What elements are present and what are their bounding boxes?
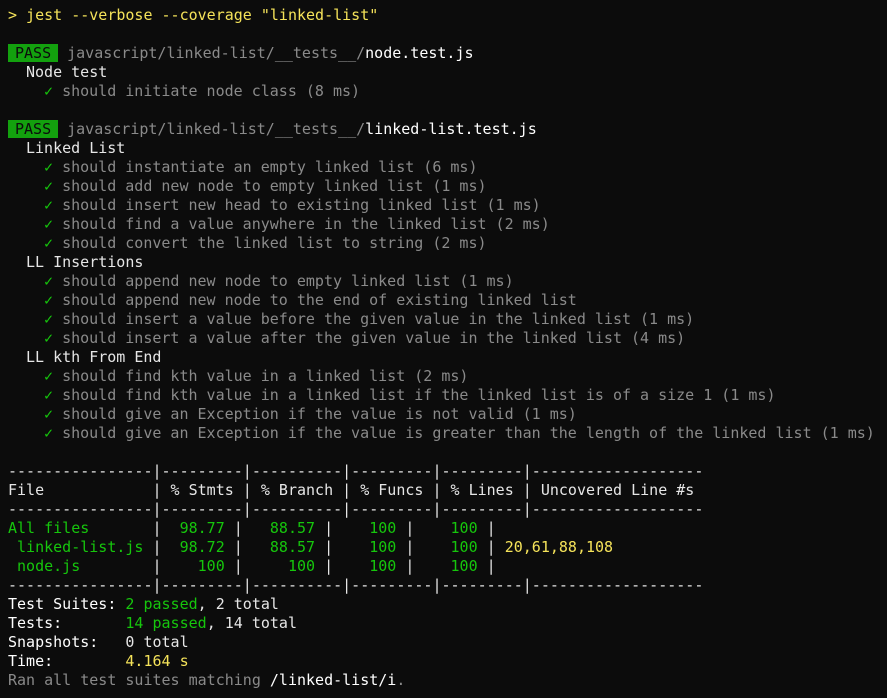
test-result: ✓ should insert a value before the given… [44, 310, 694, 329]
check-icon: ✓ [44, 196, 54, 214]
check-icon: ✓ [44, 234, 54, 252]
summary-total: , 14 total [206, 614, 297, 632]
check-icon: ✓ [44, 158, 54, 176]
terminal-window[interactable]: > jest --verbose --coverage "linked-list… [0, 0, 887, 698]
test-result: ✓ should give an Exception if the value … [44, 405, 577, 424]
ran-pattern: /linked-list/i [269, 671, 397, 689]
summary-passed: 14 passed [125, 614, 207, 632]
test-description: should insert a value after the given va… [62, 329, 686, 347]
coverage-row-all-files: All files | 98.77 | 88.57 | 100 | 100 | [8, 519, 496, 537]
coverage-file: linked-list.js [8, 538, 153, 556]
coverage-stmts: 98.77 [161, 519, 234, 537]
check-icon: ✓ [44, 82, 54, 100]
coverage-branch: 88.57 [242, 538, 325, 556]
suite-path-file: linked-list.test.js [365, 120, 537, 138]
coverage-file: node.js [8, 557, 153, 575]
summary-time: Time: 4.164 s [8, 652, 189, 671]
check-icon: ✓ [44, 272, 54, 290]
test-result: ✓ should append new node to the end of e… [44, 291, 577, 310]
coverage-funcs: 100 [333, 557, 406, 575]
test-description: should append new node to empty linked l… [62, 272, 514, 290]
coverage-lines: 100 [414, 519, 487, 537]
test-description: should give an Exception if the value is… [62, 405, 577, 423]
test-description: should add new node to empty linked list… [62, 177, 487, 195]
test-result: ✓ should give an Exception if the value … [44, 424, 875, 443]
test-group-title: LL kth From End [26, 348, 162, 366]
suite-path-dir: javascript/linked-list/__tests__/ [67, 44, 366, 62]
pass-badge: PASS [8, 120, 59, 138]
test-description: should instantiate an empty linked list … [62, 158, 478, 176]
test-result: ✓ should find a value anywhere in the li… [44, 215, 550, 234]
test-result: ✓ should instantiate an empty linked lis… [44, 158, 477, 177]
suite-path-file: node.test.js [365, 44, 474, 62]
summary-label: Tests: [8, 614, 126, 632]
summary-total: , 2 total [197, 595, 279, 613]
test-result: ✓ should find kth value in a linked list… [44, 386, 776, 405]
suite-header-linked-list: PASS javascript/linked-list/__tests__/lin… [8, 120, 537, 139]
coverage-stmts: 98.72 [161, 538, 234, 556]
summary-snapshots: Snapshots: 0 total [8, 633, 189, 652]
test-result: ✓ should find kth value in a linked list… [44, 367, 468, 386]
test-result: ✓ should convert the linked list to stri… [44, 234, 487, 253]
summary-label: Test Suites: [8, 595, 126, 613]
check-icon: ✓ [44, 310, 54, 328]
summary-tests: Tests: 14 passed, 14 total [8, 614, 297, 633]
check-icon: ✓ [44, 424, 54, 442]
coverage-funcs: 100 [333, 538, 406, 556]
test-description: should give an Exception if the value is… [62, 424, 875, 442]
suite-header-node: PASS javascript/linked-list/__tests__/nod… [8, 44, 474, 63]
pass-badge: PASS [8, 44, 59, 62]
coverage-file: All files [8, 519, 153, 537]
test-description: should find kth value in a linked list i… [62, 386, 776, 404]
check-icon: ✓ [44, 367, 54, 385]
test-description: should append new node to the end of exi… [62, 291, 577, 309]
test-description: should initiate node class (8 ms) [62, 82, 361, 100]
test-result: ✓ should insert new head to existing lin… [44, 196, 541, 215]
check-icon: ✓ [44, 177, 54, 195]
coverage-uncovered: 20,61,88,108 [495, 538, 614, 556]
test-description: should find a value anywhere in the link… [62, 215, 550, 233]
coverage-lines: 100 [414, 557, 487, 575]
summary-value: 4.164 s [125, 652, 189, 670]
test-description: should find kth value in a linked list (… [62, 367, 469, 385]
summary-ran: Ran all test suites matching /linked-lis… [8, 671, 405, 690]
check-icon: ✓ [44, 291, 54, 309]
command-line: > jest --verbose --coverage "linked-list… [8, 6, 379, 24]
coverage-header: File | % Stmts | % Branch | % Funcs | % … [8, 481, 704, 499]
coverage-row-linked-list: linked-list.js | 98.72 | 88.57 | 100 | 1… [8, 538, 614, 556]
coverage-branch: 88.57 [242, 519, 325, 537]
coverage-separator: ----------------|---------|----------|--… [8, 500, 704, 518]
test-group-title: Node test [26, 63, 108, 81]
check-icon: ✓ [44, 405, 54, 423]
coverage-row-node: node.js | 100 | 100 | 100 | 100 | [8, 557, 496, 575]
test-description: should insert new head to existing linke… [62, 196, 541, 214]
coverage-funcs: 100 [333, 519, 406, 537]
summary-value: 0 total [125, 633, 189, 651]
test-result: ✓ should add new node to empty linked li… [44, 177, 487, 196]
coverage-separator: ----------------|---------|----------|--… [8, 462, 704, 480]
test-result: ✓ should initiate node class (8 ms) [44, 82, 360, 101]
coverage-branch: 100 [242, 557, 325, 575]
check-icon: ✓ [44, 329, 54, 347]
summary-passed: 2 passed [125, 595, 198, 613]
coverage-stmts: 100 [161, 557, 234, 575]
test-group-title: LL Insertions [26, 253, 144, 271]
check-icon: ✓ [44, 386, 54, 404]
ran-end: . [396, 671, 406, 689]
test-description: should insert a value before the given v… [62, 310, 695, 328]
summary-label: Snapshots: [8, 633, 126, 651]
test-result: ✓ should append new node to empty linked… [44, 272, 514, 291]
summary-suites: Test Suites: 2 passed, 2 total [8, 595, 279, 614]
test-description: should convert the linked list to string… [62, 234, 487, 252]
check-icon: ✓ [44, 215, 54, 233]
test-result: ✓ should insert a value after the given … [44, 329, 685, 348]
summary-label: Time: [8, 652, 126, 670]
test-group-title: Linked List [26, 139, 126, 157]
coverage-lines: 100 [414, 538, 487, 556]
ran-text: Ran all test suites matching [8, 671, 270, 689]
suite-path-dir: javascript/linked-list/__tests__/ [67, 120, 366, 138]
coverage-separator: ----------------|---------|----------|--… [8, 576, 704, 594]
